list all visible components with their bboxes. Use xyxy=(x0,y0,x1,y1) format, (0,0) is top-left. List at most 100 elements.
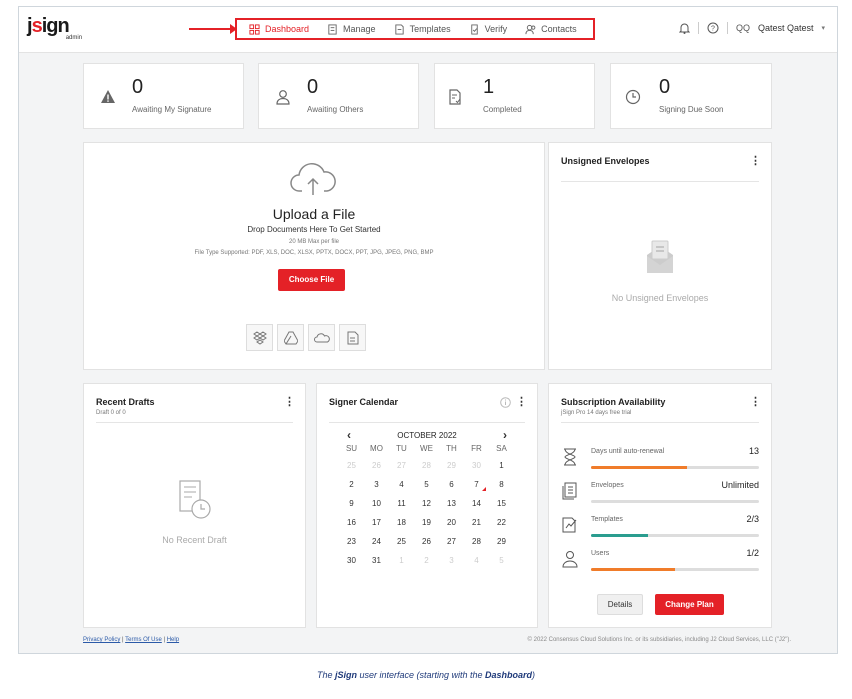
calendar-week: 30 31 1 2 3 4 5 xyxy=(339,551,514,570)
draft-count: Draft 0 of 0 xyxy=(96,410,126,416)
onedrive-icon[interactable] xyxy=(308,324,335,351)
calendar-day[interactable]: 26 xyxy=(364,456,389,475)
calendar-day[interactable]: 26 xyxy=(414,532,439,551)
usage-name: Envelopes xyxy=(591,482,624,489)
calendar-day[interactable]: 19 xyxy=(414,513,439,532)
calendar-day[interactable]: 25 xyxy=(339,456,364,475)
help-link[interactable]: Help xyxy=(167,637,179,643)
calendar-day[interactable]: 17 xyxy=(364,513,389,532)
calendar-day[interactable]: 28 xyxy=(464,532,489,551)
weekday: FR xyxy=(471,444,482,453)
caption-brand: jSign xyxy=(334,670,357,680)
calendar-day[interactable]: 4 xyxy=(464,551,489,570)
details-button[interactable]: Details xyxy=(597,594,643,615)
calendar-day[interactable]: 16 xyxy=(339,513,364,532)
clock-icon xyxy=(625,89,641,105)
app-window: jsignadmin Dashboard Manage Templates Ve… xyxy=(18,6,838,654)
calendar-day[interactable]: 2 xyxy=(414,551,439,570)
more-options-icon[interactable]: ⋮ xyxy=(284,395,295,408)
calendar-day-today[interactable]: 7 xyxy=(464,475,489,494)
calendar-day[interactable]: 21 xyxy=(464,513,489,532)
more-options-icon[interactable]: ⋮ xyxy=(516,395,527,408)
google-drive-icon[interactable] xyxy=(277,324,304,351)
usage-name: Users xyxy=(591,550,610,557)
chevron-down-icon[interactable]: ▾ xyxy=(821,24,825,32)
calendar-day[interactable]: 18 xyxy=(389,513,414,532)
calendar-day[interactable]: 27 xyxy=(439,532,464,551)
calendar-day[interactable]: 29 xyxy=(489,532,514,551)
choose-file-button[interactable]: Choose File xyxy=(278,269,345,291)
nav-manage-label: Manage xyxy=(343,24,376,34)
calendar-day[interactable]: 20 xyxy=(439,513,464,532)
calendar-day[interactable]: 23 xyxy=(339,532,364,551)
calendar-day[interactable]: 8 xyxy=(489,475,514,494)
usage-value: 2/3 xyxy=(746,514,759,524)
nav-templates[interactable]: Templates xyxy=(394,23,451,35)
caption-text: The xyxy=(316,670,335,680)
calendar-day[interactable]: 29 xyxy=(439,456,464,475)
calendar-day[interactable]: 12 xyxy=(414,494,439,513)
usage-name: Days until auto-renewal xyxy=(591,448,665,455)
weekday: TU xyxy=(396,444,407,453)
stat-signing-due-soon[interactable]: 0 Signing Due Soon xyxy=(610,63,772,129)
calendar-day[interactable]: 24 xyxy=(364,532,389,551)
calendar-day[interactable]: 30 xyxy=(464,456,489,475)
stat-count: 0 xyxy=(132,76,144,98)
calendar-day[interactable]: 30 xyxy=(339,551,364,570)
next-month-button[interactable]: › xyxy=(503,428,507,442)
svg-text:?: ? xyxy=(711,26,715,33)
nav-dashboard[interactable]: Dashboard xyxy=(249,23,309,35)
nav-contacts[interactable]: Contacts xyxy=(525,24,577,35)
weekday: SA xyxy=(496,444,507,453)
dropbox-icon[interactable] xyxy=(246,324,273,351)
calendar-day[interactable]: 6 xyxy=(439,475,464,494)
more-options-icon[interactable]: ⋮ xyxy=(750,154,761,167)
jsign-logo[interactable]: jsignadmin xyxy=(27,15,85,41)
change-plan-button[interactable]: Change Plan xyxy=(655,594,724,615)
calendar-day[interactable]: 3 xyxy=(439,551,464,570)
calendar-day[interactable]: 22 xyxy=(489,513,514,532)
template-source-icon[interactable] xyxy=(339,324,366,351)
calendar-day[interactable]: 9 xyxy=(339,494,364,513)
user-name[interactable]: Qatest Qatest xyxy=(758,23,814,33)
more-options-icon[interactable]: ⋮ xyxy=(750,395,761,408)
user-icon xyxy=(276,90,290,105)
calendar-day[interactable]: 4 xyxy=(389,475,414,494)
calendar-day[interactable]: 3 xyxy=(364,475,389,494)
usage-bar-fill xyxy=(591,568,675,571)
calendar-day-label: 7 xyxy=(474,480,479,489)
stat-completed[interactable]: 1 Completed xyxy=(434,63,595,129)
nav-verify[interactable]: Verify xyxy=(469,23,507,35)
stat-awaiting-others[interactable]: 0 Awaiting Others xyxy=(258,63,419,129)
info-icon[interactable] xyxy=(500,397,511,408)
nav-manage[interactable]: Manage xyxy=(327,23,376,35)
stat-awaiting-my-signature[interactable]: 0 Awaiting My Signature xyxy=(83,63,244,129)
calendar-day[interactable]: 1 xyxy=(489,456,514,475)
footer-links: Privacy Policy | Terms Of Use | Help xyxy=(83,637,179,643)
calendar-day[interactable]: 5 xyxy=(489,551,514,570)
calendar-day[interactable]: 28 xyxy=(414,456,439,475)
calendar-day[interactable]: 13 xyxy=(439,494,464,513)
calendar-day[interactable]: 14 xyxy=(464,494,489,513)
calendar-day[interactable]: 11 xyxy=(389,494,414,513)
dashboard-icon xyxy=(249,23,260,35)
bell-icon[interactable] xyxy=(678,22,690,34)
calendar-day[interactable]: 10 xyxy=(364,494,389,513)
stat-count: 1 xyxy=(483,76,495,98)
calendar-day[interactable]: 1 xyxy=(389,551,414,570)
usage-row-renewal: Days until auto-renewal 13 xyxy=(561,446,759,480)
calendar-day[interactable]: 15 xyxy=(489,494,514,513)
privacy-policy-link[interactable]: Privacy Policy xyxy=(83,637,120,643)
calendar-day[interactable]: 31 xyxy=(364,551,389,570)
upload-file-types: File Type Supported: PDF, XLS, DOC, XLSX… xyxy=(194,250,434,256)
upload-subtitle: Drop Documents Here To Get Started xyxy=(247,225,381,234)
avatar[interactable]: QQ xyxy=(736,23,750,33)
calendar-day[interactable]: 25 xyxy=(389,532,414,551)
help-icon[interactable]: ? xyxy=(707,22,719,34)
calendar-day[interactable]: 2 xyxy=(339,475,364,494)
upload-panel[interactable]: Upload a File Drop Documents Here To Get… xyxy=(83,142,545,370)
calendar-day[interactable]: 27 xyxy=(389,456,414,475)
subscription-plan: jSign Pro 14 days free trial xyxy=(561,410,632,416)
calendar-day[interactable]: 5 xyxy=(414,475,439,494)
terms-of-use-link[interactable]: Terms Of Use xyxy=(125,637,162,643)
